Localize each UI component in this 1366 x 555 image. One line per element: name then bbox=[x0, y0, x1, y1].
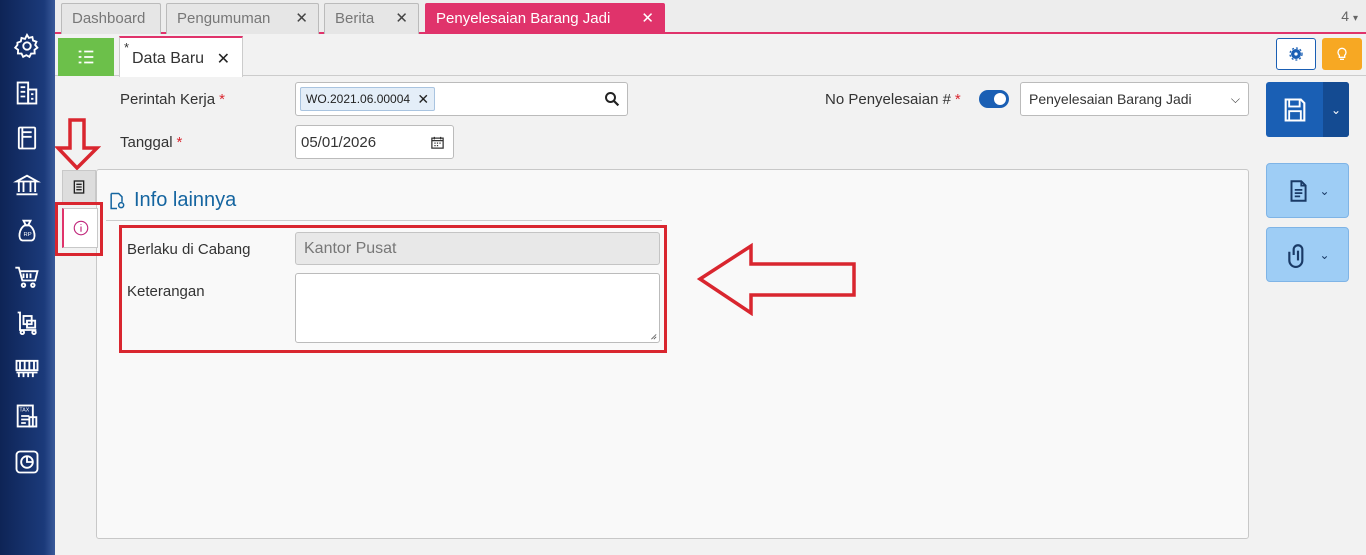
chevron-down-icon: ⌄ bbox=[1330, 102, 1342, 117]
tab-label: Pengumuman bbox=[177, 10, 271, 27]
tanggal-label: Tanggal * bbox=[120, 134, 183, 151]
close-icon[interactable]: ✕ bbox=[641, 4, 654, 33]
document-settings-icon bbox=[110, 192, 125, 210]
list-icon bbox=[78, 50, 94, 64]
calendar-icon[interactable] bbox=[430, 135, 445, 150]
tab-penyelesaian-barang-jadi[interactable]: Penyelesaian Barang Jadi ✕ bbox=[425, 3, 665, 34]
save-button-group: ⌄ bbox=[1266, 82, 1349, 137]
save-icon bbox=[1284, 97, 1305, 122]
close-icon[interactable]: ✕ bbox=[217, 49, 230, 69]
panel-tab-detail[interactable] bbox=[62, 170, 96, 204]
search-icon[interactable] bbox=[603, 90, 621, 108]
chevron-down-icon: ⌄ bbox=[1319, 247, 1330, 262]
left-sidebar: RP TAX bbox=[0, 0, 55, 555]
tax-icon[interactable]: TAX bbox=[12, 401, 42, 431]
doc-tab-data-baru[interactable]: * Data Baru ✕ bbox=[119, 36, 243, 77]
chevron-down-icon: ▾ bbox=[1352, 13, 1358, 24]
auto-number-toggle[interactable] bbox=[979, 90, 1009, 108]
perintah-kerja-label: Perintah Kerja * bbox=[120, 91, 225, 108]
save-options-dropdown[interactable]: ⌄ bbox=[1323, 82, 1349, 137]
tab-berita[interactable]: Berita ✕ bbox=[324, 3, 419, 34]
left-arrow-annotation bbox=[696, 242, 856, 316]
settings-button[interactable] bbox=[1276, 38, 1316, 70]
list-view-button[interactable] bbox=[58, 38, 114, 76]
perintah-kerja-input[interactable]: WO.2021.06.00004 ✕ bbox=[295, 82, 628, 116]
cart-icon[interactable] bbox=[12, 262, 42, 292]
money-bag-icon[interactable]: RP bbox=[12, 215, 42, 245]
print-document-button[interactable]: ⌄ bbox=[1266, 163, 1349, 218]
paperclip-icon bbox=[1288, 243, 1304, 268]
tanggal-value: 05/01/2026 bbox=[301, 134, 377, 151]
down-arrow-annotation bbox=[55, 118, 101, 170]
bank-icon[interactable] bbox=[12, 170, 42, 200]
tab-dashboard[interactable]: Dashboard bbox=[61, 3, 161, 34]
document-toolbar: * Data Baru ✕ bbox=[55, 36, 1366, 77]
document-list-icon bbox=[73, 180, 85, 194]
chevron-down-icon: ⌄ bbox=[1319, 183, 1330, 198]
modified-marker: * bbox=[124, 40, 130, 55]
tanggal-input[interactable]: 05/01/2026 bbox=[295, 125, 454, 159]
tab-count-dropdown[interactable]: 4 ▾ bbox=[1341, 8, 1358, 24]
info-tab-highlight bbox=[55, 202, 103, 256]
book-icon[interactable] bbox=[12, 123, 42, 153]
tab-pengumuman[interactable]: Pengumuman ✕ bbox=[166, 3, 319, 34]
work-order-chip: WO.2021.06.00004 ✕ bbox=[300, 87, 436, 111]
chart-icon[interactable] bbox=[12, 447, 42, 477]
svg-text:RP: RP bbox=[24, 232, 32, 238]
section-divider bbox=[106, 220, 662, 221]
gear-icon bbox=[1289, 47, 1303, 61]
section-highlight bbox=[119, 225, 667, 353]
doc-tab-label: Data Baru bbox=[132, 50, 205, 67]
no-penyelesaian-select[interactable]: Penyelesaian Barang Jadi ⌵ bbox=[1020, 82, 1249, 116]
close-icon[interactable]: ✕ bbox=[295, 4, 308, 33]
tab-label: Berita bbox=[335, 10, 375, 27]
document-icon bbox=[1290, 179, 1308, 202]
tab-label: Dashboard bbox=[72, 10, 146, 27]
chevron-down-icon: ⌵ bbox=[1230, 92, 1240, 106]
top-tab-bar: Dashboard Pengumuman ✕ Berita ✕ Penyeles… bbox=[55, 0, 1366, 34]
tips-button[interactable] bbox=[1322, 38, 1362, 70]
cart-box-icon[interactable] bbox=[12, 308, 42, 338]
save-button[interactable] bbox=[1266, 82, 1323, 137]
close-icon[interactable]: ✕ bbox=[395, 4, 408, 33]
attachment-button[interactable]: ⌄ bbox=[1266, 227, 1349, 282]
tab-label: Penyelesaian Barang Jadi bbox=[436, 10, 611, 27]
gear-icon[interactable] bbox=[12, 31, 42, 61]
building-icon[interactable] bbox=[12, 78, 42, 108]
section-title: Info lainnya bbox=[134, 189, 237, 211]
lightbulb-icon bbox=[1337, 47, 1347, 60]
factory-icon[interactable] bbox=[12, 354, 42, 384]
no-penyelesaian-label: No Penyelesaian # * bbox=[825, 91, 961, 108]
remove-chip-icon[interactable]: ✕ bbox=[417, 88, 429, 110]
svg-text:TAX: TAX bbox=[19, 407, 29, 413]
